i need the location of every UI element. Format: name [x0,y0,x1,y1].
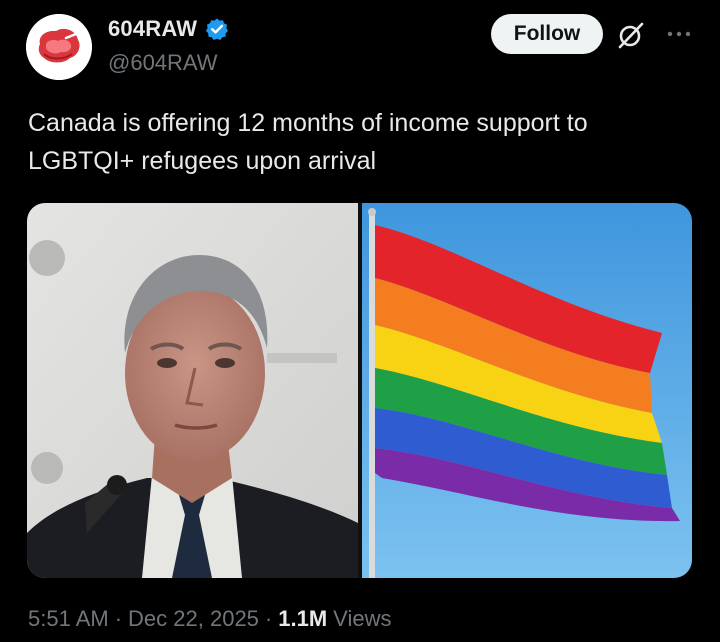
post-date[interactable]: Dec 22, 2025 [128,606,259,632]
post-text: Canada is offering 12 months of income s… [28,109,588,175]
author-display-name[interactable]: 604RAW [108,16,197,42]
post-media[interactable] [27,203,692,578]
grok-icon[interactable] [616,20,646,50]
raw-steak-logo-icon [26,14,92,80]
verified-badge-icon [206,18,229,40]
author-name-row: 604RAW [108,16,229,42]
author-handle[interactable]: @604RAW [108,50,218,76]
meta-separator: · [114,606,123,631]
man-in-suit-portrait-image[interactable] [27,203,358,578]
views-count[interactable]: 1.1M [278,606,327,632]
follow-button[interactable]: Follow [491,14,603,54]
post-time[interactable]: 5:51 AM [28,606,109,632]
meta-separator: · [264,606,273,631]
rainbow-pride-flag-image[interactable] [362,203,692,578]
author-avatar[interactable] [26,14,92,80]
views-label[interactable]: Views [333,606,391,632]
post-meta: 5:51 AM · Dec 22, 2025 · 1.1M Views [28,606,391,632]
more-icon[interactable] [664,24,694,44]
